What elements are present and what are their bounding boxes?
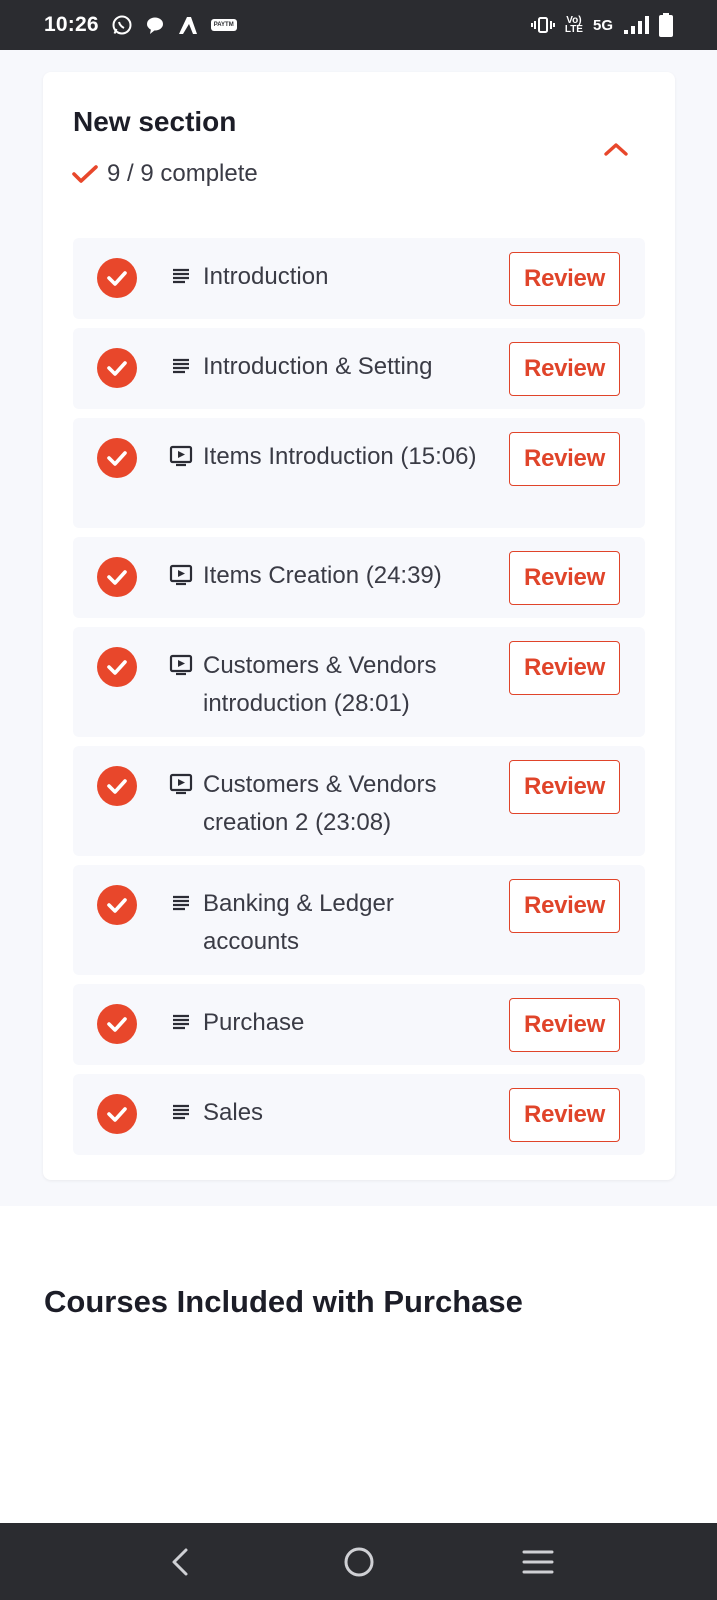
lesson-item[interactable]: Items Creation (24:39) Review: [73, 537, 645, 618]
lesson-item[interactable]: Introduction & Setting Review: [73, 328, 645, 409]
text-lesson-icon: [169, 1010, 193, 1034]
chat-bubble-icon: [145, 15, 165, 35]
system-nav-bar: [0, 1523, 717, 1600]
video-lesson-icon: [169, 653, 193, 677]
text-lesson-icon: [169, 891, 193, 915]
review-button[interactable]: Review: [509, 1088, 620, 1142]
lesson-title: Customers & Vendors introduction (28:01): [203, 652, 437, 717]
completed-check-icon: [97, 258, 137, 298]
lesson-title: Introduction & Setting: [203, 353, 433, 380]
lesson-item[interactable]: Purchase Review: [73, 984, 645, 1065]
text-lesson-icon: [169, 354, 193, 378]
paytm-icon: PAYTM: [210, 19, 237, 31]
status-bar: 10:26 PAYTM Vo) LTE 5G: [0, 0, 717, 50]
review-button[interactable]: Review: [509, 879, 620, 933]
home-icon: [344, 1547, 373, 1576]
lesson-item[interactable]: Sales Review: [73, 1074, 645, 1155]
airtel-icon: [177, 15, 199, 35]
completed-check-icon: [97, 438, 137, 478]
review-button[interactable]: Review: [509, 998, 620, 1052]
section-card: New section 9 / 9 complete Introduction …: [43, 72, 675, 1180]
video-lesson-icon: [169, 444, 193, 468]
progress-text: 9 / 9 complete: [107, 160, 258, 187]
recents-icon: [522, 1550, 553, 1573]
section-progress: 9 / 9 complete: [71, 160, 258, 188]
courses-included-title: Courses Included with Purchase: [44, 1284, 523, 1319]
battery-icon: [659, 13, 673, 37]
collapse-section-button[interactable]: [599, 132, 633, 166]
lesson-title: Purchase: [203, 1009, 305, 1036]
review-button[interactable]: Review: [509, 641, 620, 695]
review-button[interactable]: Review: [509, 760, 620, 814]
completed-check-icon: [97, 647, 137, 687]
home-button[interactable]: [329, 1532, 389, 1592]
clock: 10:26: [44, 13, 99, 36]
review-button[interactable]: Review: [509, 432, 620, 486]
completed-check-icon: [97, 1094, 137, 1134]
main-content[interactable]: New section 9 / 9 complete Introduction …: [0, 50, 717, 1523]
lesson-item[interactable]: Banking & Ledger accounts Review: [73, 865, 645, 975]
text-lesson-icon: [169, 264, 193, 288]
back-icon: [172, 1548, 187, 1575]
completed-check-icon: [97, 557, 137, 597]
lesson-list: Introduction Review Introduction & Setti…: [73, 238, 645, 1164]
status-bar-right: Vo) LTE 5G: [530, 13, 673, 37]
completed-check-icon: [97, 348, 137, 388]
back-button[interactable]: [150, 1532, 210, 1592]
lte-label: LTE: [564, 24, 583, 35]
lesson-title: Items Creation (24:39): [203, 562, 442, 589]
video-lesson-icon: [169, 772, 193, 796]
review-button[interactable]: Review: [509, 252, 620, 306]
lesson-title: Items Introduction (15:06): [203, 443, 477, 470]
review-button[interactable]: Review: [509, 551, 620, 605]
video-lesson-icon: [169, 563, 193, 587]
lesson-title: Banking & Ledger accounts: [203, 890, 394, 955]
lesson-title: Introduction: [203, 263, 329, 290]
completed-check-icon: [97, 766, 137, 806]
vibrate-icon: [530, 15, 555, 35]
lesson-title: Customers & Vendors creation 2 (23:08): [203, 771, 437, 836]
lesson-item[interactable]: Introduction Review: [73, 238, 645, 319]
section-title: New section: [73, 106, 237, 137]
lesson-item[interactable]: Customers & Vendors creation 2 (23:08) R…: [73, 746, 645, 856]
whatsapp-icon: [111, 14, 133, 36]
lesson-item[interactable]: Items Introduction (15:06) Review: [73, 418, 645, 528]
chevron-up-icon: [604, 143, 628, 156]
status-bar-left: 10:26 PAYTM: [44, 13, 237, 37]
lesson-title: Sales: [203, 1099, 264, 1126]
completed-check-icon: [97, 1004, 137, 1044]
lesson-item[interactable]: Customers & Vendors introduction (28:01)…: [73, 627, 645, 737]
review-button[interactable]: Review: [509, 342, 620, 396]
courses-included-section: Courses Included with Purchase: [0, 1206, 717, 1523]
recents-button[interactable]: [508, 1532, 568, 1592]
signal-icon: [623, 15, 649, 35]
volte-indicator: Vo) LTE: [564, 15, 583, 35]
checkmark-icon: [72, 165, 98, 183]
network-type: 5G: [592, 16, 613, 34]
text-lesson-icon: [169, 1100, 193, 1124]
completed-check-icon: [97, 885, 137, 925]
